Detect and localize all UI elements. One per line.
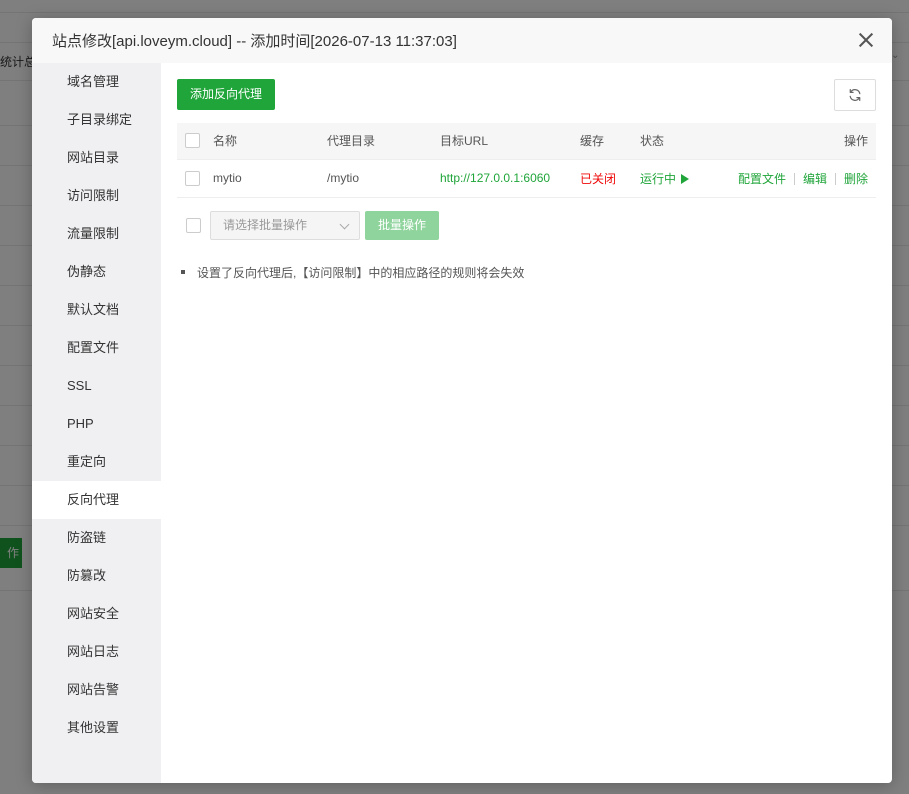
row-cache[interactable]: 已关闭	[580, 159, 640, 197]
refresh-button[interactable]	[834, 79, 876, 111]
col-status: 状态	[640, 134, 665, 149]
config-file-link[interactable]: 配置文件	[738, 172, 786, 186]
sidebar-item-domain[interactable]: 域名管理	[32, 63, 161, 101]
batch-select-placeholder: 请选择批量操作	[223, 217, 308, 232]
divider	[834, 173, 836, 186]
refresh-icon	[849, 88, 861, 102]
delete-link[interactable]: 删除	[844, 172, 868, 186]
row-name: mytio	[213, 171, 242, 185]
row-dir: /mytio	[327, 171, 360, 185]
sidebar-item-ssl[interactable]: SSL	[32, 367, 161, 405]
site-edit-modal: 站点修改[api.loveym.cloud] -- 添加时间[2026-07-1…	[32, 18, 892, 783]
tip-item: 设置了反向代理后,【访问限制】中的相应路径的规则将会失效	[181, 264, 876, 281]
close-icon[interactable]	[856, 30, 876, 50]
divider	[793, 173, 795, 186]
sidebar-item-security[interactable]: 网站安全	[32, 595, 161, 633]
col-dir: 代理目录	[327, 134, 376, 149]
tips-list: 设置了反向代理后,【访问限制】中的相应路径的规则将会失效	[177, 264, 876, 281]
modal-body: 域名管理 子目录绑定 网站目录 访问限制 流量限制 伪静态 默认文档 配置文件 …	[32, 63, 892, 783]
edit-link[interactable]: 编辑	[803, 172, 827, 186]
chevron-down-icon	[339, 219, 350, 229]
sidebar-item-reverse-proxy[interactable]: 反向代理	[32, 481, 161, 519]
play-icon	[681, 173, 690, 184]
table-header-row: 名称 代理目录 目标URL 缓存 状态 操作	[177, 123, 876, 159]
batch-select[interactable]: 请选择批量操作	[210, 210, 360, 240]
sidebar-item-site-dir[interactable]: 网站目录	[32, 139, 161, 177]
batch-action-button[interactable]: 批量操作	[365, 210, 440, 240]
sidebar-item-tamper[interactable]: 防篡改	[32, 557, 161, 595]
sidebar: 域名管理 子目录绑定 网站目录 访问限制 流量限制 伪静态 默认文档 配置文件 …	[32, 63, 161, 783]
sidebar-item-hotlink[interactable]: 防盗链	[32, 519, 161, 557]
row-checkbox[interactable]	[185, 170, 200, 186]
col-ops: 操作	[843, 134, 868, 149]
col-cache: 缓存	[580, 134, 605, 149]
sidebar-item-config[interactable]: 配置文件	[32, 329, 161, 367]
row-url[interactable]: http://127.0.0.1:6060	[440, 159, 580, 197]
col-name: 名称	[213, 134, 238, 149]
add-reverse-proxy-button[interactable]: 添加反向代理	[177, 79, 276, 110]
table-row: mytio /mytio http://127.0.0.1:6060 已关闭 运…	[177, 159, 876, 197]
batch-bar: 请选择批量操作 批量操作	[177, 210, 876, 240]
sidebar-item-alerts[interactable]: 网站告警	[32, 671, 161, 709]
sidebar-item-default-doc[interactable]: 默认文档	[32, 291, 161, 329]
sidebar-item-php[interactable]: PHP	[32, 405, 161, 443]
row-status[interactable]: 运行中	[640, 159, 730, 197]
sidebar-item-redirect[interactable]: 重定向	[32, 443, 161, 481]
select-all-checkbox[interactable]	[185, 133, 200, 149]
sidebar-item-other[interactable]: 其他设置	[32, 709, 161, 747]
sidebar-item-access-limit[interactable]: 访问限制	[32, 177, 161, 215]
proxy-table: 名称 代理目录 目标URL 缓存 状态 操作 mytio /mytio http…	[177, 123, 876, 198]
status-text: 运行中	[640, 171, 677, 186]
modal-header: 站点修改[api.loveym.cloud] -- 添加时间[2026-07-1…	[32, 18, 892, 63]
main-content: 添加反向代理 名称 代理目录 目标URL 缓存 状态 操作 mytio /myt…	[161, 63, 892, 783]
col-url: 目标URL	[440, 134, 489, 149]
sidebar-item-logs[interactable]: 网站日志	[32, 633, 161, 671]
sidebar-item-subdir[interactable]: 子目录绑定	[32, 101, 161, 139]
toolbar: 添加反向代理	[177, 79, 876, 111]
modal-title: 站点修改[api.loveym.cloud] -- 添加时间[2026-07-1…	[52, 33, 457, 50]
batch-checkbox[interactable]	[186, 217, 201, 233]
sidebar-item-rewrite[interactable]: 伪静态	[32, 253, 161, 291]
sidebar-item-traffic-limit[interactable]: 流量限制	[32, 215, 161, 253]
row-ops: 配置文件 编辑 删除	[730, 159, 876, 197]
